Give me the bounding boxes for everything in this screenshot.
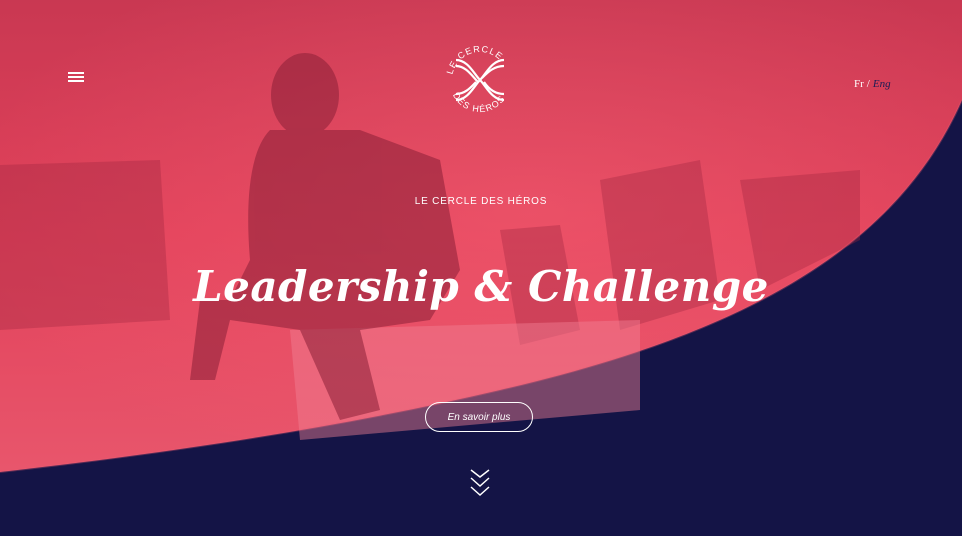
language-switcher: Fr / Eng bbox=[854, 78, 891, 90]
logo-text-bottom: DES HÉROS bbox=[451, 91, 506, 115]
svg-text:LE CERCLE: LE CERCLE bbox=[445, 44, 505, 76]
language-eng[interactable]: Eng bbox=[873, 78, 891, 90]
hamburger-icon-line bbox=[68, 80, 84, 82]
language-separator: / bbox=[866, 78, 870, 90]
learn-more-button[interactable]: En savoir plus bbox=[425, 402, 533, 432]
menu-button[interactable] bbox=[68, 70, 88, 88]
hamburger-icon bbox=[68, 72, 84, 74]
logo-text-top: LE CERCLE bbox=[445, 44, 504, 76]
hamburger-icon-line bbox=[68, 76, 84, 78]
double-chevron-down-icon bbox=[470, 469, 490, 497]
site-logo[interactable]: LE CERCLE DES HÉROS bbox=[440, 30, 520, 130]
cercle-des-heros-logo: LE CERCLE DES HÉROS bbox=[445, 44, 507, 115]
hero-headline: Leadership & Challenge bbox=[193, 262, 769, 311]
hero-eyebrow: LE CERCLE DES HÉROS bbox=[414, 196, 548, 207]
language-fr[interactable]: Fr bbox=[854, 78, 864, 90]
svg-text:DES HÉROS: DES HÉROS bbox=[451, 91, 507, 115]
scroll-down-button[interactable] bbox=[469, 468, 491, 498]
